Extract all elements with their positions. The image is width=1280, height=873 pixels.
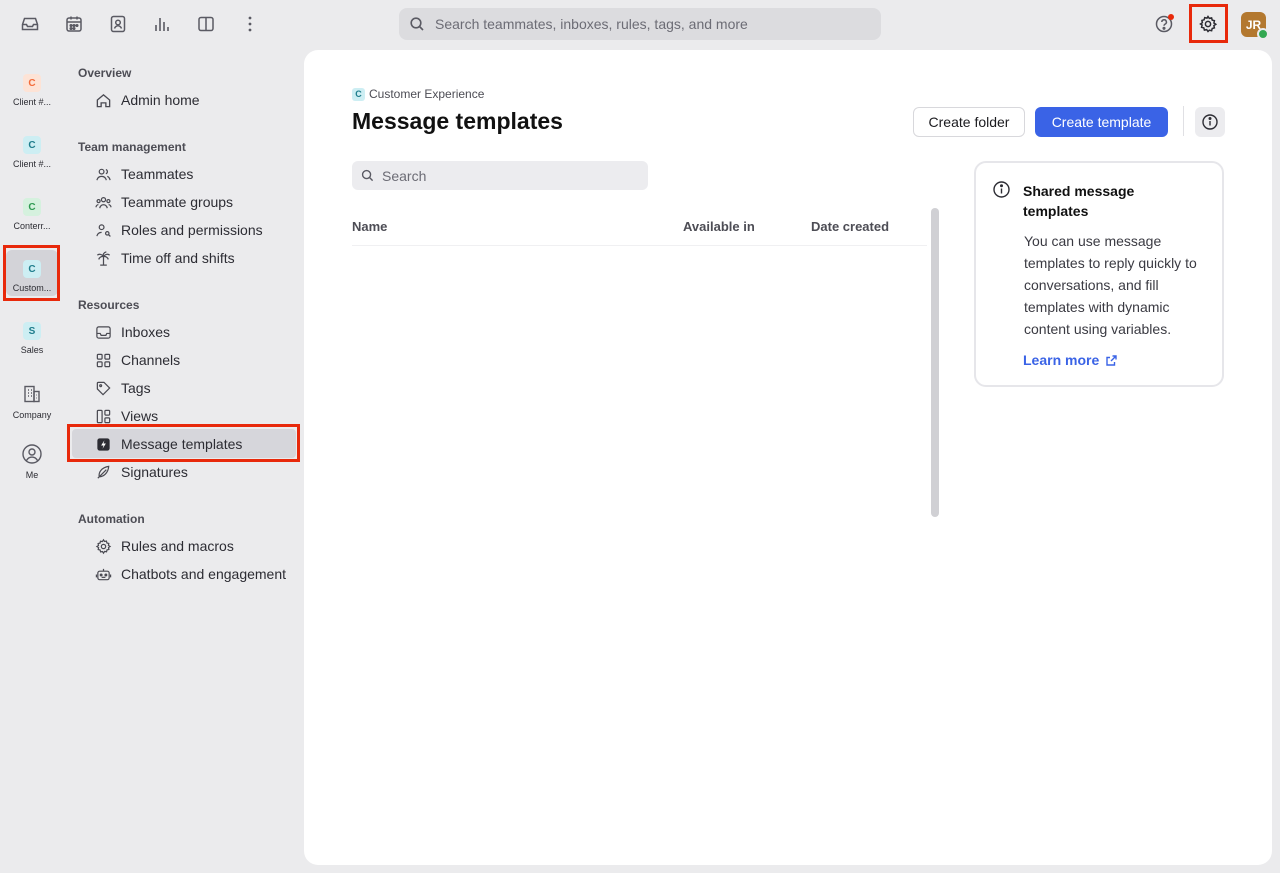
template-search[interactable] (352, 161, 648, 190)
workspace-label: Client #... (12, 159, 52, 169)
nav-item-tags[interactable]: Tags (94, 374, 151, 402)
table-header-divider (352, 245, 927, 246)
workspace-label: Conterr... (13, 221, 51, 231)
building-icon (21, 383, 43, 405)
rail-company-label: Company (12, 410, 52, 420)
rail-workspace-sales[interactable]: S Sales (4, 322, 60, 355)
search-icon (410, 17, 424, 31)
highlight-box (67, 424, 300, 462)
workspace-badge: C (23, 74, 41, 92)
column-header-available-in[interactable]: Available in (683, 219, 755, 234)
nav-section-overview: Overview (78, 66, 132, 80)
breadcrumb[interactable]: C Customer Experience (352, 87, 484, 101)
nav-item-rules-macros[interactable]: Rules and macros (94, 532, 234, 560)
learn-more-link[interactable]: Learn more (1023, 352, 1118, 368)
more-icon[interactable] (237, 11, 263, 37)
learn-more-label: Learn more (1023, 352, 1100, 368)
rail-company[interactable]: Company (4, 383, 60, 420)
search-icon (361, 169, 374, 182)
info-toggle-button[interactable] (1195, 107, 1225, 137)
home-icon (94, 91, 112, 109)
create-folder-button[interactable]: Create folder (913, 107, 1025, 137)
rail-workspace-client-2[interactable]: C Client #... (4, 136, 60, 169)
avatar[interactable]: JR (1241, 12, 1269, 40)
nav-section-resources: Resources (78, 298, 140, 312)
highlight-box (1189, 4, 1228, 43)
inbox-icon (94, 323, 112, 341)
info-icon (992, 180, 1012, 200)
create-template-button[interactable]: Create template (1035, 107, 1168, 137)
global-search-input[interactable] (433, 15, 867, 33)
main-panel: C Customer Experience Message templates … (304, 50, 1272, 865)
column-header-name[interactable]: Name (352, 219, 387, 234)
scrollbar[interactable] (931, 208, 939, 517)
nav-item-label: Rules and macros (121, 538, 234, 554)
info-icon (1202, 114, 1218, 130)
nav-item-label: Teammates (121, 166, 194, 182)
nav-item-label: Signatures (121, 464, 188, 480)
contacts-icon[interactable] (105, 11, 131, 37)
nav-item-label: Channels (121, 352, 181, 368)
rail-me[interactable]: Me (4, 443, 60, 480)
group-icon (94, 193, 112, 211)
nav-item-chatbots[interactable]: Chatbots and engagement (94, 560, 286, 588)
nav-item-roles-permissions[interactable]: Roles and permissions (94, 216, 263, 244)
split-view-icon[interactable] (193, 11, 219, 37)
user-key-icon (94, 221, 112, 239)
users-icon (94, 165, 112, 183)
info-card-title: Shared message templates (1023, 183, 1135, 219)
nav-section-team-management: Team management (78, 140, 186, 154)
nav-item-label: Time off and shifts (121, 250, 235, 266)
nav-item-teammates[interactable]: Teammates (94, 160, 193, 188)
notification-dot (1168, 14, 1174, 20)
analytics-icon[interactable] (149, 11, 175, 37)
nav-item-label: Tags (121, 380, 151, 396)
nav-item-label: Roles and permissions (121, 222, 263, 238)
workspace-badge: C (23, 198, 41, 216)
nav-item-teammate-groups[interactable]: Teammate groups (94, 188, 233, 216)
workspace-badge: C (352, 87, 365, 101)
nav-item-channels[interactable]: Channels (94, 346, 180, 374)
rail-workspace-conterr[interactable]: C Conterr... (4, 198, 60, 231)
breadcrumb-label: Customer Experience (369, 87, 485, 101)
nav-section-automation: Automation (78, 512, 145, 526)
feather-icon (94, 463, 112, 481)
global-search[interactable] (399, 8, 881, 40)
tag-icon (94, 379, 112, 397)
workspace-badge: C (23, 136, 41, 154)
nav-item-inboxes[interactable]: Inboxes (94, 318, 170, 346)
column-header-date-created[interactable]: Date created (811, 219, 889, 234)
rail-me-label: Me (25, 470, 39, 480)
robot-icon (94, 565, 112, 583)
workspace-label: Sales (20, 345, 44, 355)
nav-item-time-off[interactable]: Time off and shifts (94, 244, 235, 272)
calendar-icon[interactable] (61, 11, 87, 37)
workspace-label: Client #... (12, 97, 52, 107)
views-icon (94, 407, 112, 425)
nav-item-label: Admin home (121, 92, 200, 108)
page-title: Message templates (352, 108, 563, 134)
nav-item-label: Views (121, 408, 159, 424)
online-status-dot (1257, 28, 1269, 40)
nav-item-label: Chatbots and engagement (121, 566, 287, 582)
nav-item-label: Teammate groups (121, 194, 234, 210)
info-card: Shared message templates You can use mes… (974, 161, 1224, 387)
divider (1183, 106, 1184, 136)
user-circle-icon (21, 443, 43, 465)
top-bar: JR (0, 0, 1280, 50)
info-card-body: You can use message templates to reply q… (1024, 233, 1197, 337)
nav-item-signatures[interactable]: Signatures (94, 458, 188, 486)
gear-icon (94, 537, 112, 555)
inbox-icon[interactable] (17, 11, 43, 37)
highlight-box (3, 245, 60, 301)
palm-tree-icon (94, 249, 112, 267)
grid-icon (94, 351, 112, 369)
template-search-input[interactable] (380, 166, 634, 185)
external-link-icon (1106, 354, 1117, 366)
nav-item-admin-home[interactable]: Admin home (94, 86, 200, 114)
workspace-badge: S (23, 322, 41, 340)
nav-item-label: Inboxes (121, 324, 171, 340)
rail-workspace-client-1[interactable]: C Client #... (4, 74, 60, 107)
